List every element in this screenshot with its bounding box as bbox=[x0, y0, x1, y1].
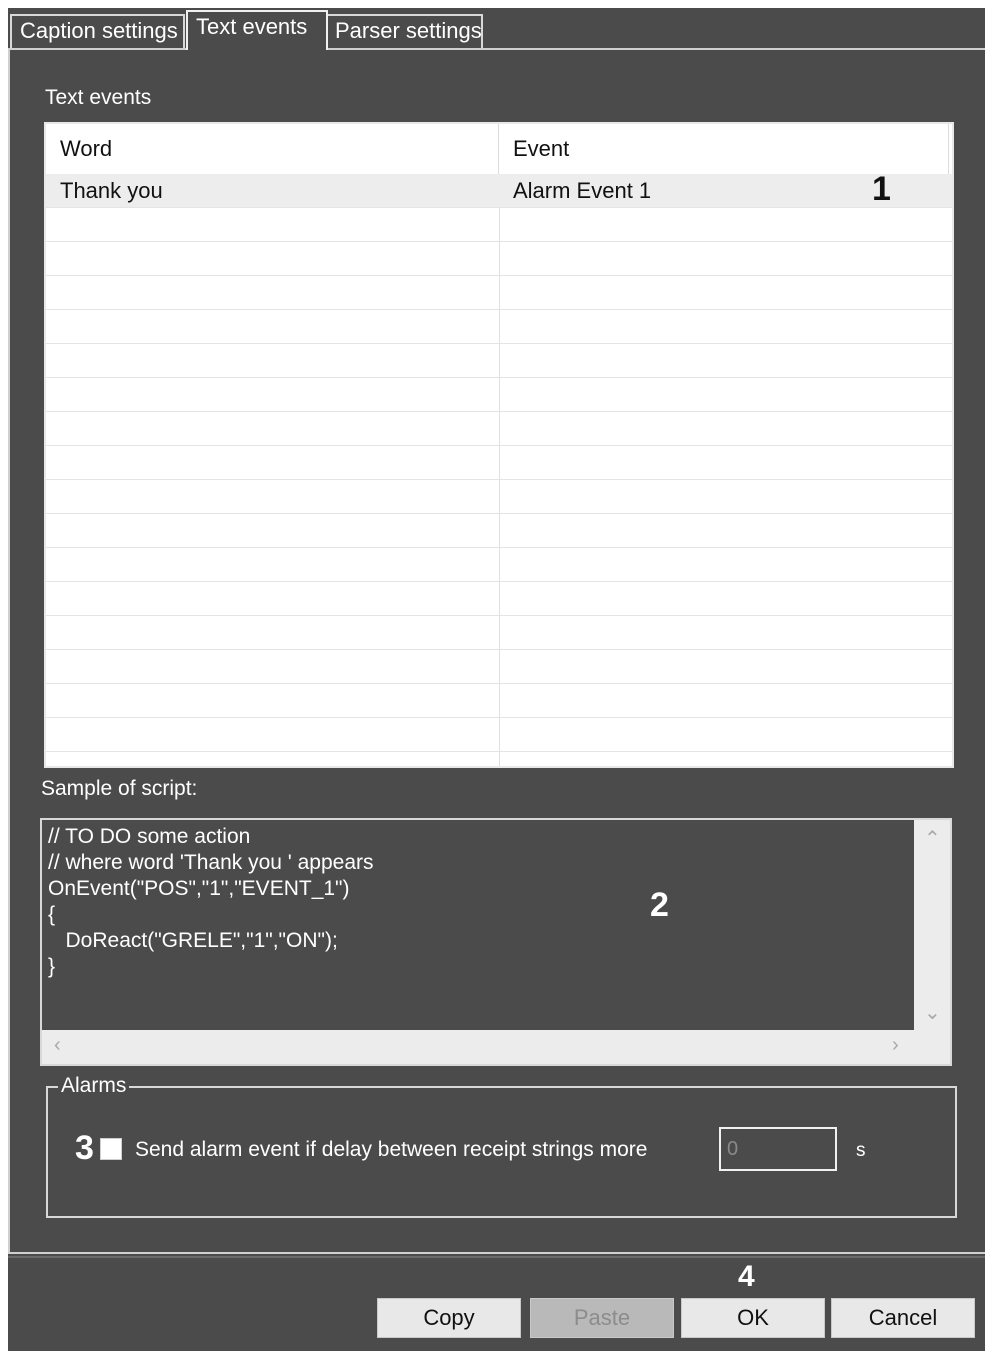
scroll-left-icon[interactable]: ‹ bbox=[54, 1034, 61, 1057]
text-events-list[interactable]: Word Event Thank you Alarm Event 1 bbox=[44, 122, 954, 768]
paste-button[interactable]: Paste bbox=[530, 1298, 674, 1338]
tab-parser-settings[interactable]: Parser settings bbox=[325, 14, 483, 48]
callout-4: 4 bbox=[738, 1260, 755, 1293]
ok-button[interactable]: OK bbox=[681, 1298, 825, 1338]
copy-button[interactable]: Copy bbox=[377, 1298, 521, 1338]
send-alarm-checkbox[interactable] bbox=[100, 1138, 122, 1160]
scroll-up-icon[interactable]: ⌃ bbox=[924, 826, 941, 851]
list-header: Word Event bbox=[46, 124, 952, 174]
script-line: // where word 'Thank you ' appears bbox=[48, 851, 374, 874]
script-line: OnEvent("POS","1","EVENT_1") bbox=[48, 877, 350, 900]
script-line: { bbox=[48, 903, 56, 926]
empty-row[interactable] bbox=[46, 310, 952, 344]
cell-event: Alarm Event 1 bbox=[513, 178, 652, 203]
script-line: DoReact("GRELE","1","ON"); bbox=[48, 929, 338, 952]
empty-row[interactable] bbox=[46, 378, 952, 412]
callout-2: 2 bbox=[650, 886, 669, 924]
script-content[interactable]: // TO DO some action // where word 'Thank… bbox=[48, 824, 912, 1030]
cell-word: Thank you bbox=[60, 178, 163, 203]
delay-input[interactable] bbox=[719, 1127, 837, 1171]
cancel-button[interactable]: Cancel bbox=[831, 1298, 975, 1338]
empty-row[interactable] bbox=[46, 208, 952, 242]
empty-row[interactable] bbox=[46, 684, 952, 718]
empty-row[interactable] bbox=[46, 242, 952, 276]
empty-row[interactable] bbox=[46, 718, 952, 752]
empty-row[interactable] bbox=[46, 480, 952, 514]
list-rows: Thank you Alarm Event 1 bbox=[46, 174, 952, 752]
send-alarm-label[interactable]: Send alarm event if delay between receip… bbox=[135, 1138, 647, 1162]
alarms-group-label: Alarms bbox=[58, 1074, 130, 1098]
empty-row[interactable] bbox=[46, 650, 952, 684]
column-header-word[interactable]: Word bbox=[46, 124, 499, 174]
scroll-right-icon[interactable]: › bbox=[892, 1034, 899, 1057]
delay-unit-label: s bbox=[856, 1140, 866, 1161]
empty-row[interactable] bbox=[46, 412, 952, 446]
tab-text-events[interactable]: Text events bbox=[186, 10, 328, 50]
empty-row[interactable] bbox=[46, 548, 952, 582]
empty-row[interactable] bbox=[46, 446, 952, 480]
empty-row[interactable] bbox=[46, 276, 952, 310]
text-events-label: Text events bbox=[45, 86, 152, 109]
script-textarea[interactable]: // TO DO some action // where word 'Thank… bbox=[40, 818, 952, 1066]
tab-caption-settings[interactable]: Caption settings bbox=[10, 14, 185, 48]
empty-row[interactable] bbox=[46, 344, 952, 378]
table-row[interactable]: Thank you Alarm Event 1 bbox=[46, 174, 952, 208]
empty-row[interactable] bbox=[46, 582, 952, 616]
scroll-down-icon[interactable]: ⌄ bbox=[924, 1000, 941, 1025]
vertical-scrollbar[interactable]: ⌃ ⌄ bbox=[914, 820, 950, 1030]
empty-row[interactable] bbox=[46, 514, 952, 548]
callout-1: 1 bbox=[872, 170, 891, 208]
empty-row[interactable] bbox=[46, 616, 952, 650]
script-line: } bbox=[48, 955, 56, 978]
script-line: // TO DO some action bbox=[48, 825, 251, 848]
script-label: Sample of script: bbox=[41, 777, 198, 800]
horizontal-scrollbar[interactable]: ‹ › bbox=[42, 1030, 950, 1064]
column-header-event[interactable]: Event bbox=[499, 124, 949, 174]
callout-3: 3 bbox=[75, 1129, 94, 1167]
